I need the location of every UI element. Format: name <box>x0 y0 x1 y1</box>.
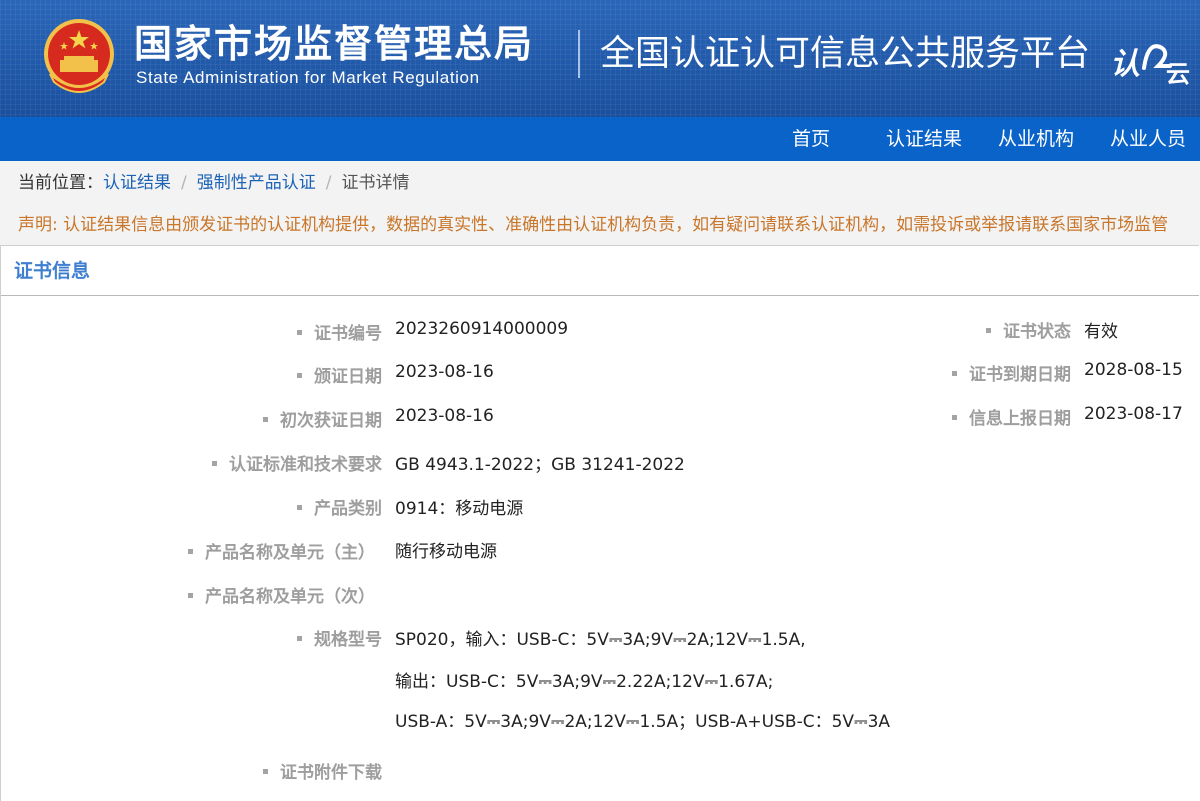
platform-title: 全国认证认可信息公共服务平台 <box>600 34 1091 74</box>
bullet-icon <box>952 414 957 420</box>
agency-name-en: State Administration for Market Regulati… <box>136 68 480 87</box>
bullet-icon <box>297 635 302 641</box>
bullet-icon <box>212 460 217 466</box>
cert-status-value: 有效 <box>1084 322 1118 342</box>
breadcrumb: 当前位置：认证结果 / 强制性产品认证 / 证书详情 <box>0 161 1200 205</box>
bullet-icon <box>188 592 193 598</box>
nav-item-institutions[interactable]: 从业机构 <box>998 117 1074 161</box>
first-issue-date-label: 初次获证日期 <box>263 406 382 431</box>
report-date-label: 信息上报日期 <box>952 404 1071 429</box>
header-banner: 国家市场监督管理总局 State Administration for Mark… <box>0 0 1200 117</box>
breadcrumb-ccc[interactable]: 强制性产品认证 <box>197 173 316 193</box>
standards-label: 认证标准和技术要求 <box>212 450 382 475</box>
main-nav: 首页 认证结果 从业机构 从业人员 <box>0 117 1200 161</box>
nav-item-personnel[interactable]: 从业人员 <box>1110 117 1186 161</box>
agency-name-cn: 国家市场监督管理总局 <box>134 22 535 66</box>
product-category-value: 0914：移动电源 <box>395 499 524 519</box>
cert-no-label: 证书编号 <box>297 319 382 344</box>
breadcrumb-current: 证书详情 <box>341 173 410 193</box>
panel-header: 证书信息 <box>1 246 1199 296</box>
product-category-label: 产品类别 <box>297 494 382 519</box>
product-main-label: 产品名称及单元（主） <box>188 538 375 563</box>
model-value-line3: USB-A：5V⎓3A;9V⎓2A;12V⎓1.5A；USB-A+USB-C：5… <box>395 712 891 732</box>
model-value-line1: SP020，输入：USB-C：5V⎓3A;9V⎓2A;12V⎓1.5A, <box>395 630 806 650</box>
issue-date-label: 颁证日期 <box>297 362 382 387</box>
cert-no-value: 2023260914000009 <box>395 319 569 339</box>
cert-status-label: 证书状态 <box>986 317 1071 342</box>
bullet-icon <box>297 372 302 378</box>
national-emblem-icon <box>44 19 114 93</box>
nav-item-home[interactable]: 首页 <box>792 117 830 161</box>
model-value-line2: 输出：USB-C：5V⎓3A;9V⎓2.22A;12V⎓1.67A; <box>395 672 774 692</box>
breadcrumb-separator: / <box>325 173 332 193</box>
expiry-date-value: 2028-08-15 <box>1084 360 1183 380</box>
logo-text: 认 <box>1110 47 1140 82</box>
disclaimer-text: 声明: 认证结果信息由颁发证书的认证机构提供，数据的真实性、准确性由认证机构负责… <box>18 215 1169 235</box>
issue-date-value: 2023-08-16 <box>395 362 494 382</box>
bullet-icon <box>263 416 268 422</box>
bullet-icon <box>986 327 991 333</box>
bullet-icon <box>297 329 302 335</box>
certificate-panel: 证书信息 证书编号 2023260914000009 颁证日期 2023-08-… <box>0 245 1199 801</box>
bullet-icon <box>297 504 302 510</box>
bullet-icon <box>263 768 268 774</box>
banner-divider <box>578 30 580 78</box>
svg-text:云: 云 <box>1166 60 1190 88</box>
first-issue-date-value: 2023-08-16 <box>395 406 494 426</box>
breadcrumb-separator: / <box>181 173 187 193</box>
product-main-value: 随行移动电源 <box>395 542 497 562</box>
disclaimer-notice: 声明: 认证结果信息由颁发证书的认证机构提供，数据的真实性、准确性由认证机构负责… <box>0 205 1200 245</box>
panel-title: 证书信息 <box>14 260 91 282</box>
model-label: 规格型号 <box>297 625 382 650</box>
nav-item-cert-results[interactable]: 认证结果 <box>886 117 962 161</box>
breadcrumb-cert-results[interactable]: 认证结果 <box>103 173 171 193</box>
bullet-icon <box>952 370 957 376</box>
attachment-download-label[interactable]: 证书附件下载 <box>263 758 382 783</box>
expiry-date-label: 证书到期日期 <box>952 360 1071 385</box>
bullet-icon <box>188 548 193 554</box>
report-date-value: 2023-08-17 <box>1084 404 1183 424</box>
breadcrumb-prefix: 当前位置： <box>18 173 103 193</box>
standards-value: GB 4943.1-2022；GB 31241-2022 <box>395 455 685 475</box>
product-sub-label: 产品名称及单元（次） <box>188 582 375 607</box>
platform-logo: 认 云 <box>1110 44 1190 88</box>
